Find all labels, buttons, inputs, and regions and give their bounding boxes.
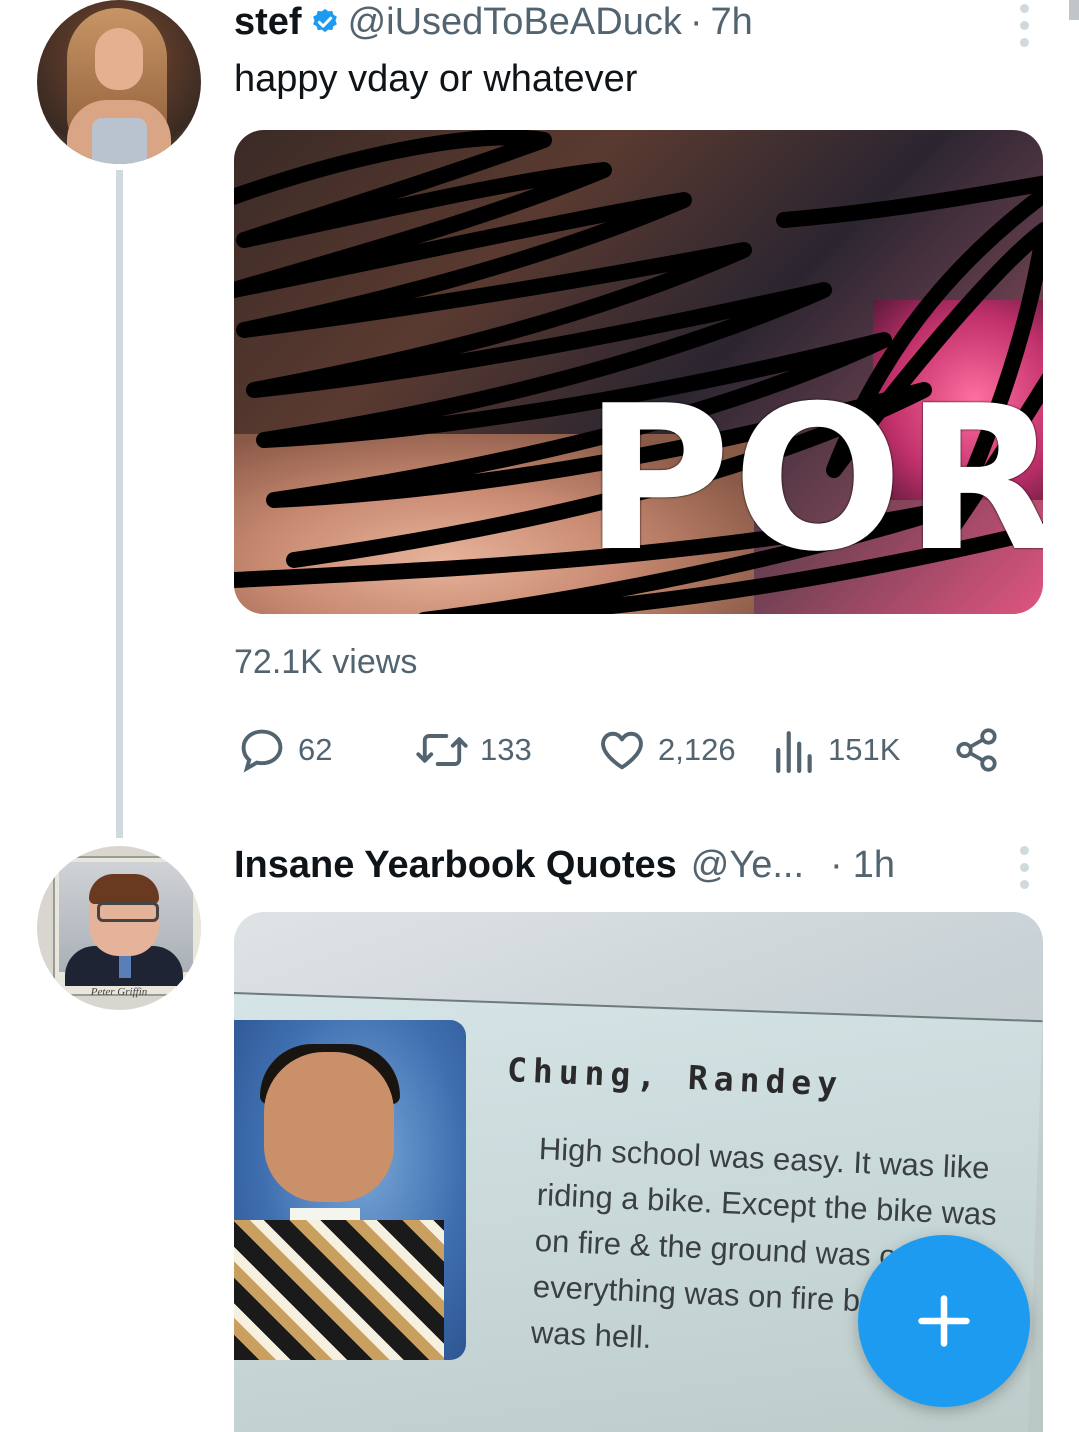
views-count[interactable]: 72.1K views [234, 643, 417, 682]
tweet-actions: 62 133 2,126 151K [236, 718, 1006, 782]
share-icon [956, 728, 997, 772]
analytics-bars-icon [776, 731, 812, 773]
heart-icon [601, 731, 643, 770]
tweet-header: stef @iUsedToBeADuck · 7h [234, 0, 753, 44]
analytics-button[interactable]: 151K [772, 718, 900, 782]
timestamp[interactable]: 7h [711, 1, 753, 44]
avatar-caption: Peter Griffin [90, 986, 148, 998]
censor-overlay-text: PORN [584, 363, 1043, 596]
separator-dot: · [689, 0, 703, 43]
share-button[interactable] [952, 718, 1002, 782]
author-name[interactable]: Insane Yearbook Quotes [234, 844, 677, 887]
reply-count: 62 [298, 732, 333, 767]
separator-dot: · [830, 843, 843, 886]
verified-badge-icon [312, 8, 337, 33]
author-handle[interactable]: @iUsedToBeADuck [348, 1, 682, 44]
avatar[interactable]: Peter Griffin [37, 846, 201, 1010]
retweet-count: 133 [480, 732, 532, 767]
like-button[interactable]: 2,126 [596, 718, 736, 782]
retweet-icon [416, 734, 468, 766]
compose-button[interactable] [858, 1235, 1030, 1407]
more-vertical-icon[interactable] [1020, 846, 1029, 889]
author-handle[interactable]: @Ye... [691, 844, 804, 887]
avatar[interactable] [37, 0, 201, 164]
thread-line [116, 170, 123, 838]
scrollbar-indicator[interactable] [1069, 0, 1079, 20]
tweet-header: Insane Yearbook Quotes @Ye... · 1h [234, 842, 895, 888]
author-name[interactable]: stef [234, 1, 302, 44]
reply-button[interactable]: 62 [236, 718, 332, 782]
tweet-text: happy vday or whatever [234, 58, 638, 100]
like-count: 2,126 [658, 732, 736, 767]
retweet-button[interactable]: 133 [414, 718, 532, 782]
analytics-count: 151K [828, 732, 901, 767]
plus-icon [918, 1295, 970, 1347]
more-vertical-icon[interactable] [1020, 4, 1029, 47]
timestamp[interactable]: 1h [853, 844, 895, 887]
tweet-video[interactable]: PORN [234, 130, 1043, 614]
reply-bubble-icon [241, 729, 283, 773]
